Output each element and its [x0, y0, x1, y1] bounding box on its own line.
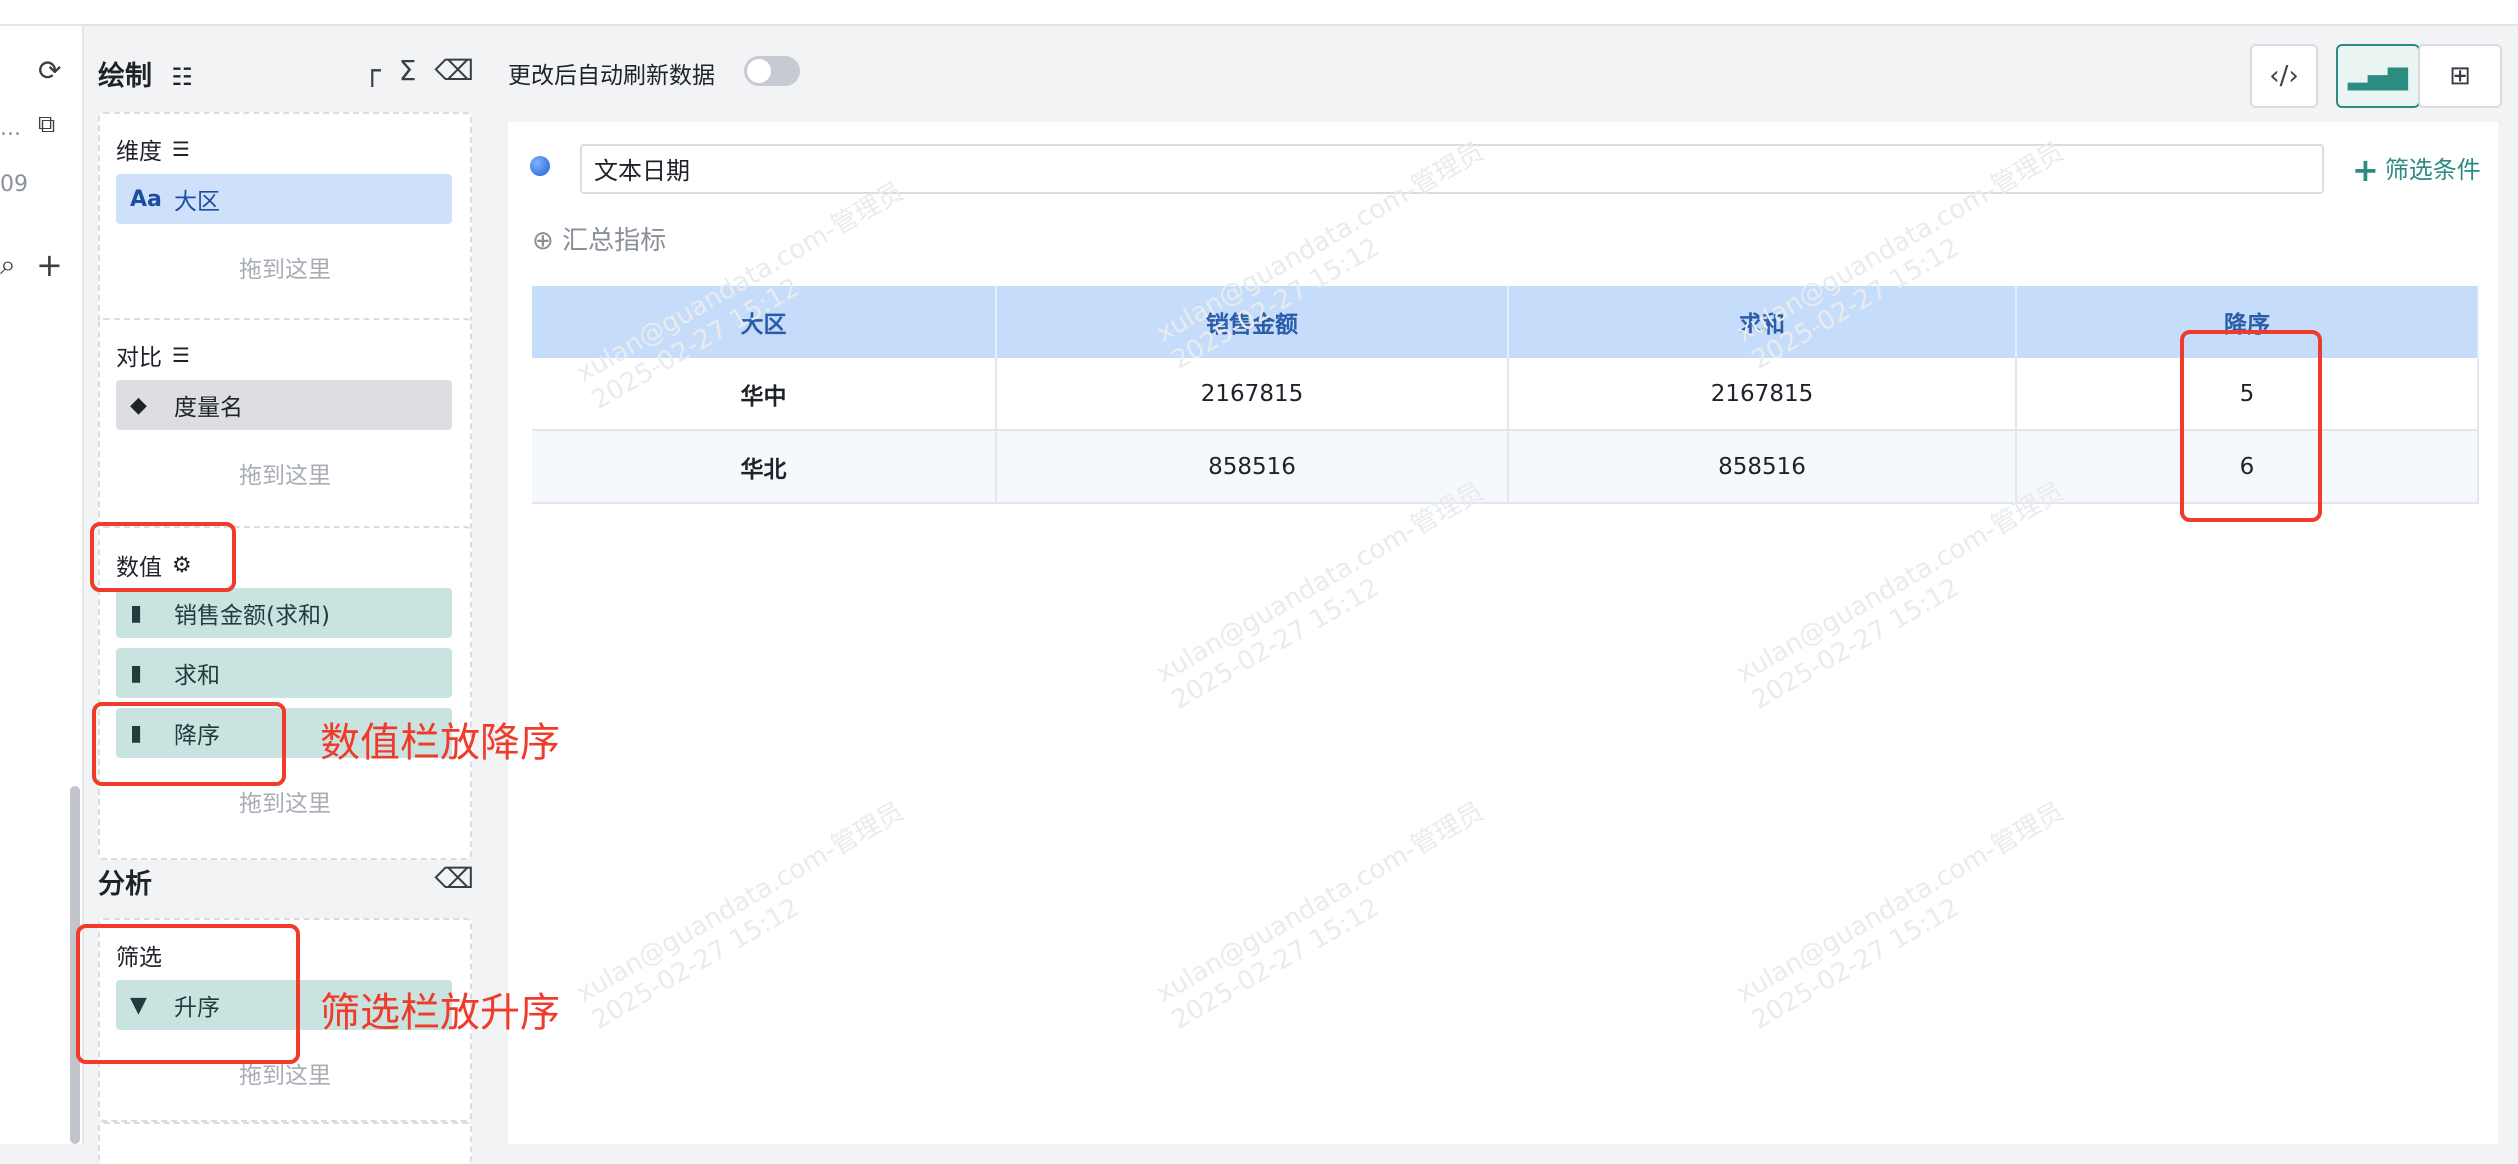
value-pill-sum[interactable]: ▮ 求和 [116, 648, 452, 698]
code-view-button[interactable]: ‹/› [2250, 44, 2318, 108]
annotation-box-filter [76, 924, 300, 1064]
corner-icon[interactable]: ┌ [364, 54, 381, 87]
text-type-icon: Aa [130, 186, 162, 212]
table-cell: 华中 [532, 358, 997, 431]
truncated-text: ... [0, 116, 21, 141]
compare-pill[interactable]: ◆ 度量名 [116, 380, 452, 430]
field-type-icon [530, 156, 550, 176]
preview-icon[interactable]: ⧉ [38, 110, 55, 138]
draw-title-text: 绘制 [98, 61, 152, 92]
table-cell: 2167815 [1508, 358, 2017, 431]
value-pill-label: 销售金额(求和) [174, 603, 330, 629]
sigma-icon[interactable]: Σ [399, 54, 417, 87]
summary-label: 汇总指标 [562, 226, 667, 256]
list-settings-icon[interactable]: ☰ [172, 343, 190, 367]
search-icon[interactable]: ⌕ [0, 248, 16, 282]
value-pill-label: 求和 [174, 663, 220, 689]
column-header[interactable]: 大区 [532, 286, 997, 358]
list-settings-icon[interactable]: ☰ [172, 137, 190, 161]
auto-refresh-label: 更改后自动刷新数据 [508, 63, 715, 89]
filter-field-input[interactable]: 文本日期 [580, 144, 2324, 194]
bar-chart-icon: ▮ [130, 600, 143, 626]
dimension-pill-label: 大区 [174, 189, 220, 215]
dimension-pill[interactable]: Aa 大区 [116, 174, 452, 224]
left-strip: ⟳ ... ⧉ 09 ⌕ + [0, 26, 84, 1144]
draw-section-title: 绘制 ☷ [98, 54, 193, 93]
add-filter-button[interactable]: + 筛选条件 [2352, 150, 2481, 189]
refresh-icon[interactable]: ⟳ [38, 54, 61, 87]
dimension-label: 维度 ☰ [116, 132, 190, 166]
sliders-icon[interactable]: ☷ [171, 63, 193, 91]
plus-icon: + [2352, 151, 2379, 189]
eraser-icon[interactable]: ⌫ [434, 54, 474, 87]
annotation-box-desc-pill [92, 702, 286, 786]
annotation-values-note: 数值栏放降序 [320, 720, 560, 766]
top-bar [0, 0, 2518, 26]
dimension-box[interactable]: 维度 ☰ Aa 大区 拖到这里 [98, 112, 472, 330]
compare-label-text: 对比 [116, 345, 162, 371]
panel-header-icons: ┌ Σ ⌫ [364, 54, 474, 87]
preview-card: 文本日期 + 筛选条件 ⊕ 汇总指标 大区 销售金额 求和 降序 华中 21678… [508, 122, 2498, 1144]
annotation-filter-note: 筛选栏放升序 [320, 990, 560, 1036]
tag-icon: ◆ [130, 392, 147, 418]
drop-zone-text: 拖到这里 [239, 463, 331, 489]
table-cell: 华北 [532, 430, 997, 504]
circle-plus-icon: ⊕ [532, 226, 554, 256]
annotation-box-desc-column [2180, 330, 2322, 522]
eraser-icon[interactable]: ⌫ [434, 862, 474, 895]
calc-field-icon: ▮ [130, 660, 143, 686]
code-icon: ‹/› [2269, 61, 2299, 91]
table-cell: 858516 [1508, 430, 2017, 504]
drop-zone-text: 拖到这里 [239, 257, 331, 283]
add-icon[interactable]: + [36, 246, 63, 284]
table-cell: 2167815 [996, 358, 1509, 431]
table-cell: 858516 [996, 430, 1509, 504]
truncated-number: 09 [0, 172, 28, 197]
auto-refresh-toggle[interactable] [744, 56, 800, 86]
compare-box[interactable]: 对比 ☰ ◆ 度量名 拖到这里 [98, 318, 472, 532]
next-box[interactable] [98, 1122, 472, 1164]
column-header[interactable]: 求和 [1508, 286, 2017, 358]
bar-chart-icon: ▂▄▆ [2348, 61, 2408, 91]
compare-label: 对比 ☰ [116, 338, 190, 372]
drop-zone-text: 拖到这里 [239, 791, 331, 817]
main-area: 更改后自动刷新数据 ‹/› ▂▄▆ ⊞ 文本日期 + 筛选条件 ⊕ 汇总指标 大区… [488, 26, 2518, 1144]
chart-view-button[interactable]: ▂▄▆ [2336, 44, 2420, 108]
add-filter-label: 筛选条件 [2384, 156, 2481, 184]
value-pill-sales[interactable]: ▮ 销售金额(求和) [116, 588, 452, 638]
column-header[interactable]: 销售金额 [996, 286, 1509, 358]
summary-metric-button[interactable]: ⊕ 汇总指标 [532, 220, 666, 257]
analysis-section-title: 分析 [98, 869, 152, 900]
annotation-box-values-label [90, 522, 236, 592]
toggle-knob [747, 59, 771, 83]
table-view-button[interactable]: ⊞ [2418, 44, 2502, 108]
compare-pill-label: 度量名 [174, 395, 243, 421]
dimension-label-text: 维度 [116, 139, 162, 165]
table-icon: ⊞ [2449, 61, 2471, 91]
